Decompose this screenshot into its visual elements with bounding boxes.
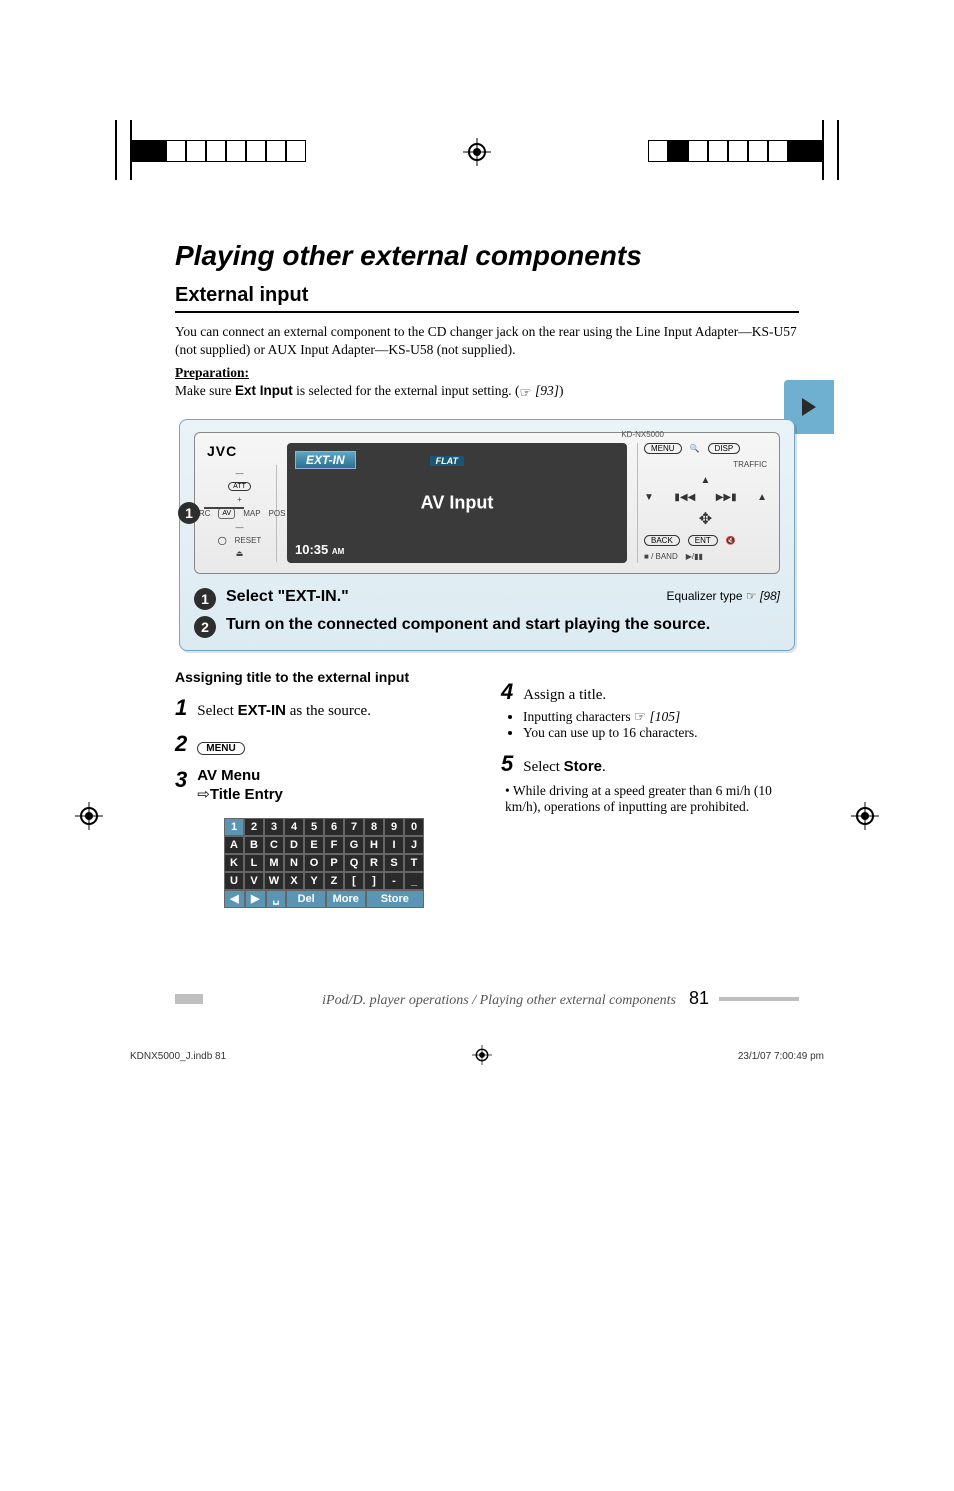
- back-button: BACK: [644, 535, 680, 546]
- down-icon: ▼: [644, 492, 654, 503]
- arrow-right-icon: ⇨: [197, 786, 210, 803]
- up2-icon: ▲: [757, 492, 767, 503]
- registration-mark-icon: [463, 138, 491, 166]
- disp-button: DISP: [708, 443, 741, 454]
- assign-title-heading: Assigning title to the external input: [175, 669, 473, 685]
- arrow-right-icon: [802, 398, 816, 416]
- step-3: 3 AV Menu ⇨Title Entry: [175, 767, 473, 804]
- step-1-text: Select "EXT-IN.": [226, 588, 349, 606]
- step-2: 2 MENU: [175, 731, 473, 757]
- eject-icon: ⏏: [236, 549, 244, 558]
- screen-eq-badge: FLAT: [430, 456, 464, 466]
- equalizer-type-note: Equalizer type ☞ [98]: [666, 589, 780, 603]
- dpad-icon: ✥: [644, 509, 767, 529]
- crop-marks-right: [648, 140, 824, 162]
- step-1: 1 Select EXT-IN as the source.: [175, 695, 473, 721]
- onscreen-keyboard: 1234567890 ABCDEFGHIJ KLMNOPQRST UVWXYZ[…: [224, 818, 424, 908]
- device-callout-box: 1 KD-NX5000 JVC — ATT + SRC AV MAP: [179, 419, 795, 651]
- reset-icon: ◯: [218, 536, 227, 545]
- prev-icon: ▮◀◀: [674, 492, 695, 503]
- registration-mark-icon: [472, 1045, 492, 1068]
- crop-marks-left: [130, 140, 306, 162]
- up-icon: ▲: [644, 475, 767, 486]
- mute-icon: 🔇: [726, 536, 736, 545]
- preparation-label: Preparation:: [175, 365, 799, 381]
- step-number-1: 1: [194, 588, 216, 610]
- menu-button: MENU: [644, 443, 682, 454]
- next-icon: ▶▶▮: [716, 492, 737, 503]
- ent-button: ENT: [688, 535, 718, 546]
- step-4-bullets: Inputting characters ☞ [105] You can use…: [523, 709, 799, 741]
- callout-number-1: 1: [178, 502, 200, 524]
- pointer-icon: ☞: [520, 385, 532, 401]
- screen-center-text: AV Input: [421, 493, 494, 514]
- section-title: Playing other external components: [175, 240, 799, 272]
- magnifier-icon: 🔍: [690, 444, 700, 453]
- intro-paragraph: You can connect an external component to…: [175, 323, 799, 359]
- play-icon: ▶/▮▮: [686, 552, 703, 561]
- page-number: 81: [689, 988, 709, 1008]
- menu-pill: MENU: [197, 742, 244, 755]
- head-unit-illustration: KD-NX5000 JVC — ATT + SRC AV MAP POS —: [194, 432, 780, 574]
- screen-source-badge: EXT-IN: [295, 451, 356, 469]
- jvc-logo: JVC: [207, 443, 277, 459]
- step-4: 4 Assign a title.: [501, 679, 799, 705]
- sub-title: External input: [175, 284, 799, 313]
- model-label: KD-NX5000: [621, 430, 664, 439]
- pointer-icon: ☞: [746, 589, 757, 603]
- driving-note: • While driving at a speed greater than …: [505, 783, 799, 815]
- registration-mark-icon: [851, 802, 879, 830]
- pointer-icon: ☞: [634, 709, 646, 724]
- step-number-2: 2: [194, 616, 216, 638]
- att-button: ATT: [228, 482, 251, 491]
- screen-time: 10:35 AM: [295, 542, 344, 557]
- registration-mark-icon: [75, 802, 103, 830]
- preparation-text: Make sure Ext Input is selected for the …: [175, 383, 799, 401]
- footer: iPod/D. player operations / Playing othe…: [175, 988, 799, 1009]
- print-footer: KDNX5000_J.indb 81 23/1/07 7:00:49 pm: [130, 1045, 824, 1068]
- step-5: 5 Select Store.: [501, 751, 799, 777]
- step-2-text: Turn on the connected component and star…: [226, 616, 780, 634]
- display-screen: EXT-IN FLAT AV Input 10:35 AM: [287, 443, 627, 563]
